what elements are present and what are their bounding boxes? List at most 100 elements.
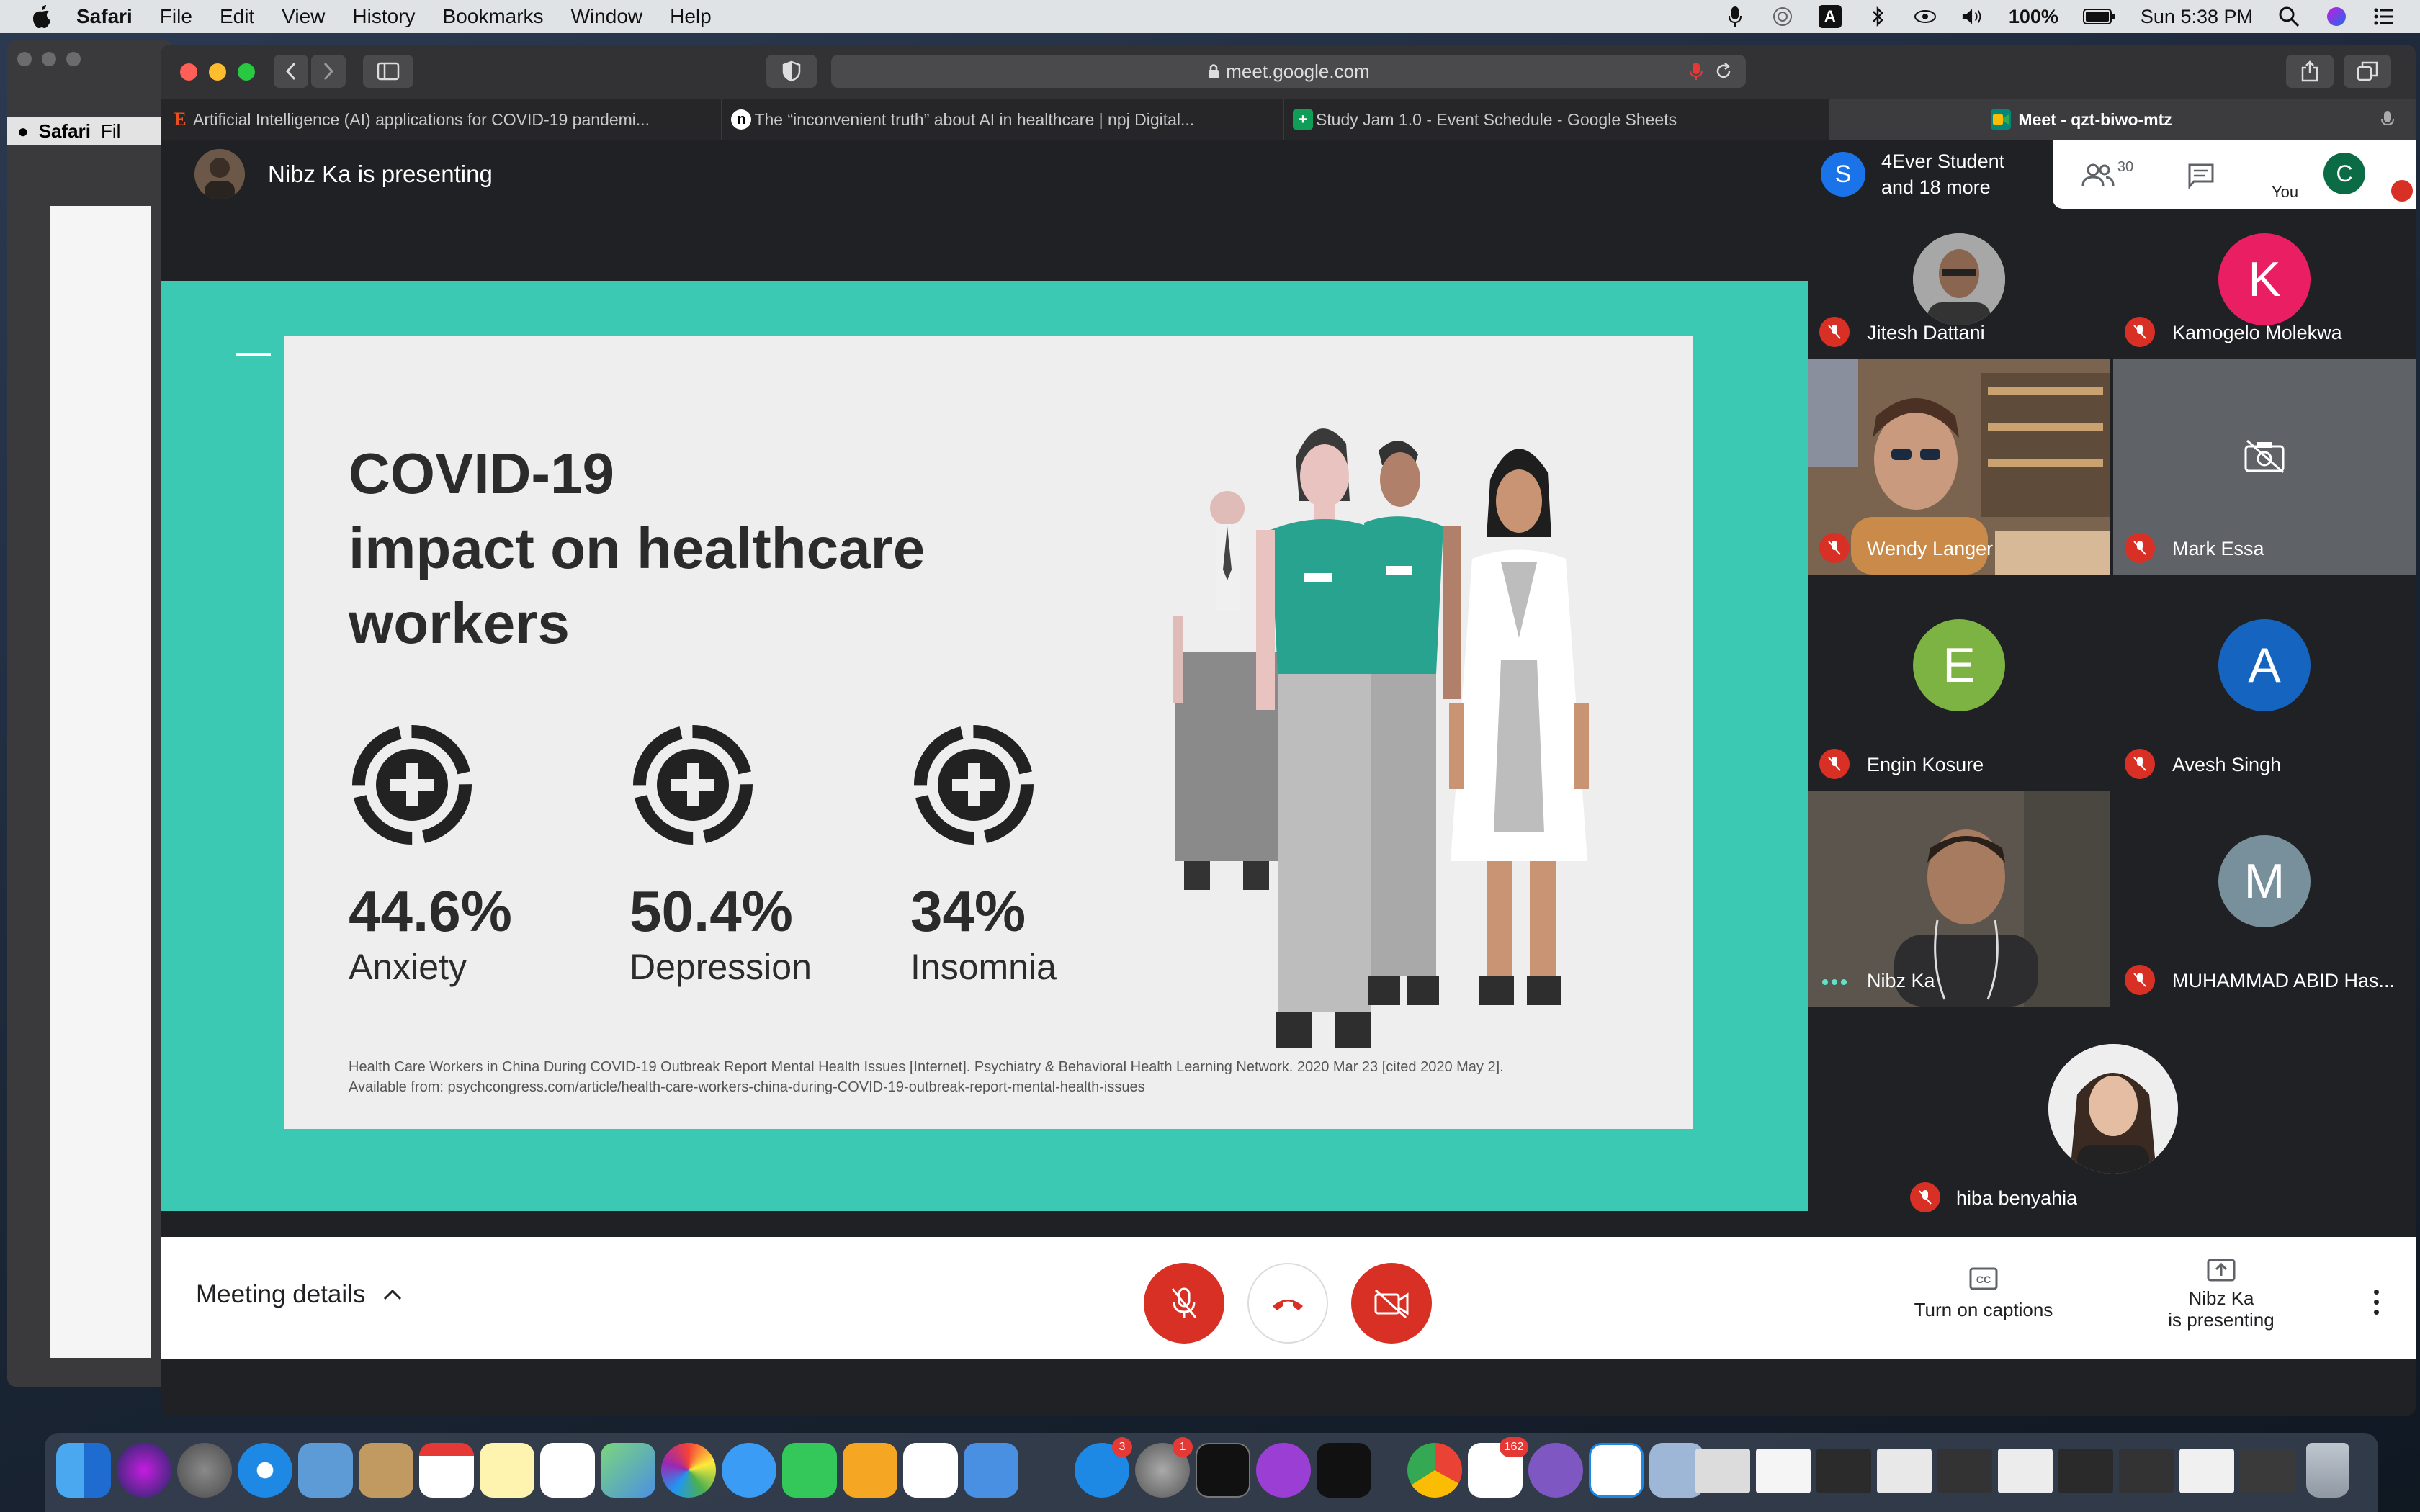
participant-tile-nibz[interactable]: Nibz Ka	[1808, 791, 2110, 1007]
captions-button[interactable]: CC Turn on captions	[1912, 1259, 2056, 1320]
tab-google-sheets[interactable]: + Study Jam 1.0 - Event Schedule - Googl…	[1284, 99, 1832, 140]
more-options-button[interactable]	[2365, 1280, 2387, 1323]
spiral-icon[interactable]	[1771, 5, 1794, 28]
close-window-button[interactable]	[180, 63, 197, 81]
back-button[interactable]	[274, 55, 308, 88]
tab-microphone-icon[interactable]	[2381, 109, 2395, 130]
recording-microphone-icon[interactable]	[1690, 61, 1703, 81]
lock-icon	[1209, 64, 1219, 78]
reading-app-icon[interactable]	[1589, 1443, 1644, 1498]
presenting-line-1: Nibz Ka	[2188, 1287, 2254, 1309]
reload-icon[interactable]	[1714, 62, 1733, 81]
minimize-window-button[interactable]	[209, 63, 226, 81]
github-desktop-icon[interactable]	[1528, 1443, 1583, 1498]
battery-icon[interactable]	[2082, 5, 2116, 28]
menu-app-name[interactable]: Safari	[76, 5, 133, 28]
pages-icon[interactable]	[843, 1443, 897, 1498]
apple-icon[interactable]	[27, 2, 56, 31]
trash-icon[interactable]	[2306, 1443, 2349, 1498]
stat-value: 50.4%	[629, 879, 793, 943]
participant-tile-wendy[interactable]: Wendy Langer	[1808, 359, 2110, 575]
menu-bookmarks[interactable]: Bookmarks	[443, 5, 544, 28]
safari-dock-icon[interactable]	[238, 1443, 292, 1498]
photos-icon[interactable]	[661, 1443, 716, 1498]
airplay-icon[interactable]	[1914, 5, 1937, 28]
participant-tile-engin[interactable]: E Engin Kosure	[1808, 575, 2110, 791]
participant-tile-mark[interactable]: Mark Essa	[2113, 359, 2416, 575]
slide-dash	[236, 353, 271, 356]
tab-npj-digital[interactable]: n The “inconvenient truth” about AI in h…	[722, 99, 1284, 140]
bg-apple-icon: ●	[17, 120, 29, 142]
address-bar[interactable]: meet.google.com	[831, 55, 1746, 88]
privacy-report-button[interactable]	[766, 55, 817, 88]
minimized-window-2[interactable]	[1756, 1449, 1811, 1493]
notes-icon[interactable]	[480, 1443, 534, 1498]
chrome-icon[interactable]	[1407, 1443, 1462, 1498]
minimized-window-3[interactable]	[1816, 1449, 1871, 1493]
mail-stamp-icon[interactable]	[298, 1443, 353, 1498]
finder-icon[interactable]	[56, 1443, 111, 1498]
zoom-window-button[interactable]	[238, 63, 255, 81]
toggle-microphone-button[interactable]	[1144, 1263, 1224, 1344]
tab-ai-applications[interactable]: E Artificial Intelligence (AI) applicati…	[161, 99, 723, 140]
spotlight-search-icon[interactable]	[2277, 5, 2300, 28]
input-source-icon[interactable]: A	[1818, 5, 1842, 28]
participant-tile-avesh[interactable]: A Avesh Singh	[2113, 575, 2416, 791]
podcasts-icon[interactable]	[1256, 1443, 1311, 1498]
menu-clock[interactable]: Sun 5:38 PM	[2141, 6, 2253, 28]
tab-overview-button[interactable]	[2344, 55, 2391, 88]
volume-icon[interactable]	[1961, 5, 1984, 28]
minimized-window-10[interactable]	[2240, 1449, 2295, 1493]
share-button[interactable]	[2286, 55, 2334, 88]
background-window[interactable]	[7, 40, 173, 1387]
keynote-icon[interactable]	[964, 1443, 1018, 1498]
minimized-window-7[interactable]	[2058, 1449, 2113, 1493]
menu-window[interactable]: Window	[571, 5, 643, 28]
reminders-icon[interactable]	[540, 1443, 595, 1498]
minimized-window-4[interactable]	[1877, 1449, 1932, 1493]
numbers-icon[interactable]	[903, 1443, 958, 1498]
maps-icon[interactable]	[601, 1443, 655, 1498]
calendar-icon[interactable]	[419, 1443, 474, 1498]
meeting-details-button[interactable]: Meeting details	[196, 1280, 403, 1309]
menu-history[interactable]: History	[352, 5, 415, 28]
apple-tv-icon[interactable]	[1317, 1443, 1371, 1498]
minimized-window-1[interactable]	[1695, 1449, 1750, 1493]
menu-view[interactable]: View	[282, 5, 325, 28]
siri-dock-icon[interactable]	[117, 1443, 171, 1498]
self-view[interactable]: C You	[2269, 140, 2416, 209]
microphone-status-icon[interactable]	[1724, 5, 1747, 28]
app-store-badge: 3	[1112, 1437, 1132, 1457]
presentation-status-button[interactable]: Nibz Ka is presenting	[2149, 1259, 2293, 1331]
new-tab-button[interactable]	[2414, 99, 2416, 140]
terminal-icon[interactable]	[1196, 1443, 1250, 1498]
siri-icon[interactable]	[2325, 5, 2348, 28]
messages-icon[interactable]	[722, 1443, 776, 1498]
minimized-window-8[interactable]	[2119, 1449, 2174, 1493]
forward-button[interactable]	[311, 55, 346, 88]
minimized-window-5[interactable]	[1937, 1449, 1992, 1493]
menu-edit[interactable]: Edit	[220, 5, 254, 28]
launchpad-icon[interactable]	[177, 1443, 232, 1498]
participant-tile-hiba[interactable]: hiba benyahia	[1897, 1007, 2329, 1224]
menu-help[interactable]: Help	[670, 5, 712, 28]
bluetooth-icon[interactable]	[1866, 5, 1889, 28]
participant-tile-muhammad[interactable]: M MUHAMMAD ABID Has...	[2113, 791, 2416, 1007]
sidebar-toggle-button[interactable]	[363, 55, 413, 88]
participant-tile-jitesh[interactable]: Jitesh Dattani	[1808, 209, 2110, 359]
chat-button[interactable]	[2172, 154, 2230, 197]
tab-google-meet[interactable]: Meet - qzt-biwo-mtz	[1831, 99, 2415, 140]
participants-button[interactable]: 30	[2079, 154, 2136, 197]
menu-file[interactable]: File	[160, 5, 192, 28]
minimized-window-9[interactable]	[2179, 1449, 2234, 1493]
toggle-camera-button[interactable]	[1351, 1263, 1432, 1344]
minimized-window-6[interactable]	[1998, 1449, 2053, 1493]
contacts-icon[interactable]	[359, 1443, 413, 1498]
notification-center-icon[interactable]	[2372, 5, 2396, 28]
leave-call-button[interactable]	[1247, 1263, 1328, 1344]
hang-up-icon	[1273, 1300, 1303, 1310]
facetime-icon[interactable]	[782, 1443, 837, 1498]
stat-insomnia: 34% Insomnia	[910, 721, 1057, 987]
people-summary[interactable]: S 4Ever Student and 18 more	[1808, 140, 2053, 209]
participant-tile-kamogelo[interactable]: K Kamogelo Molekwa	[2113, 209, 2416, 359]
